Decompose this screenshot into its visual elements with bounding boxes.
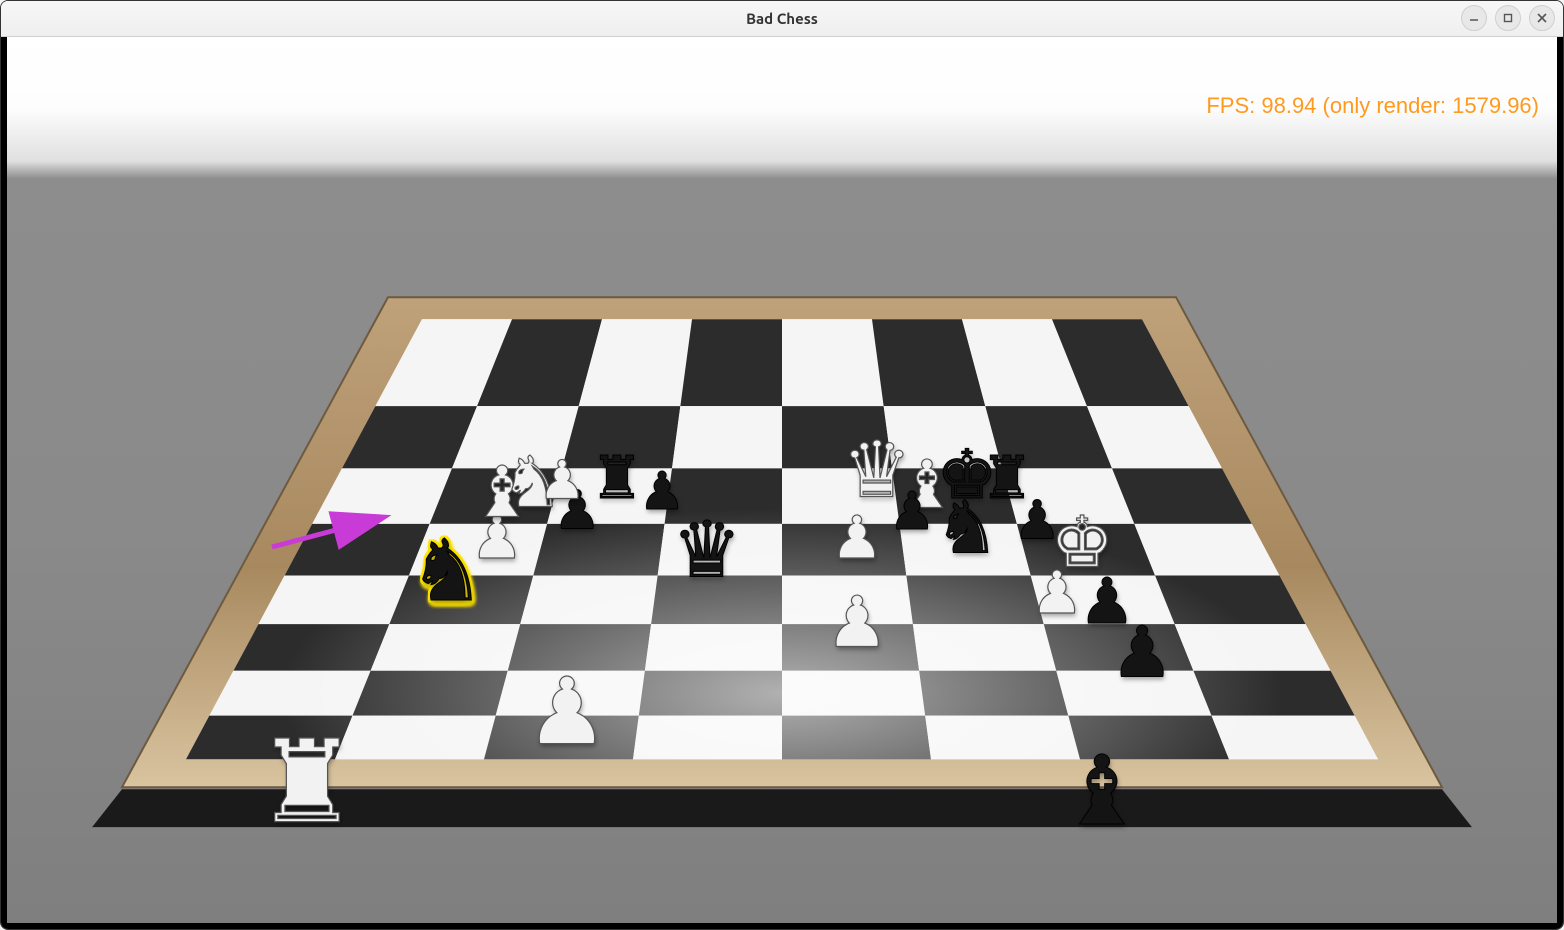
piece-white-pawn[interactable]: ♟ — [830, 508, 883, 567]
piece-black-pawn[interactable]: ♟ — [1110, 617, 1173, 687]
piece-black-rook[interactable]: ♜ — [590, 448, 643, 507]
selection-arrow — [267, 507, 397, 571]
maximize-icon — [1502, 12, 1514, 24]
app-window: Bad Chess — [0, 0, 1564, 930]
minimize-button[interactable] — [1461, 5, 1487, 31]
game-viewport[interactable]: ♜♟♞♟♝♞♟♟♜♟♛♟♟♛♝♟♞♚♜♟♚♟♟♟♝ FPS: 98.94 (on… — [1, 37, 1563, 929]
titlebar[interactable]: Bad Chess — [1, 1, 1563, 37]
close-button[interactable] — [1529, 5, 1555, 31]
window-title: Bad Chess — [746, 10, 818, 27]
piece-white-pawn[interactable]: ♟ — [1030, 563, 1083, 622]
piece-white-pawn[interactable]: ♟ — [538, 454, 586, 507]
scene-3d[interactable]: ♜♟♞♟♝♞♟♟♜♟♛♟♟♛♝♟♞♚♜♟♚♟♟♟♝ — [7, 37, 1557, 923]
piece-white-pawn[interactable]: ♟ — [526, 665, 609, 758]
fps-counter: FPS: 98.94 (only render: 1579.96) — [1206, 93, 1539, 119]
piece-black-pawn[interactable]: ♟ — [889, 485, 935, 537]
window-controls — [1461, 5, 1555, 31]
piece-black-queen[interactable]: ♛ — [672, 509, 742, 587]
piece-white-rook[interactable]: ♜ — [256, 722, 359, 837]
minimize-icon — [1468, 12, 1480, 24]
piece-black-bishop[interactable]: ♝ — [1059, 741, 1145, 837]
close-icon — [1536, 12, 1548, 24]
maximize-button[interactable] — [1495, 5, 1521, 31]
piece-white-pawn[interactable]: ♟ — [825, 587, 888, 657]
